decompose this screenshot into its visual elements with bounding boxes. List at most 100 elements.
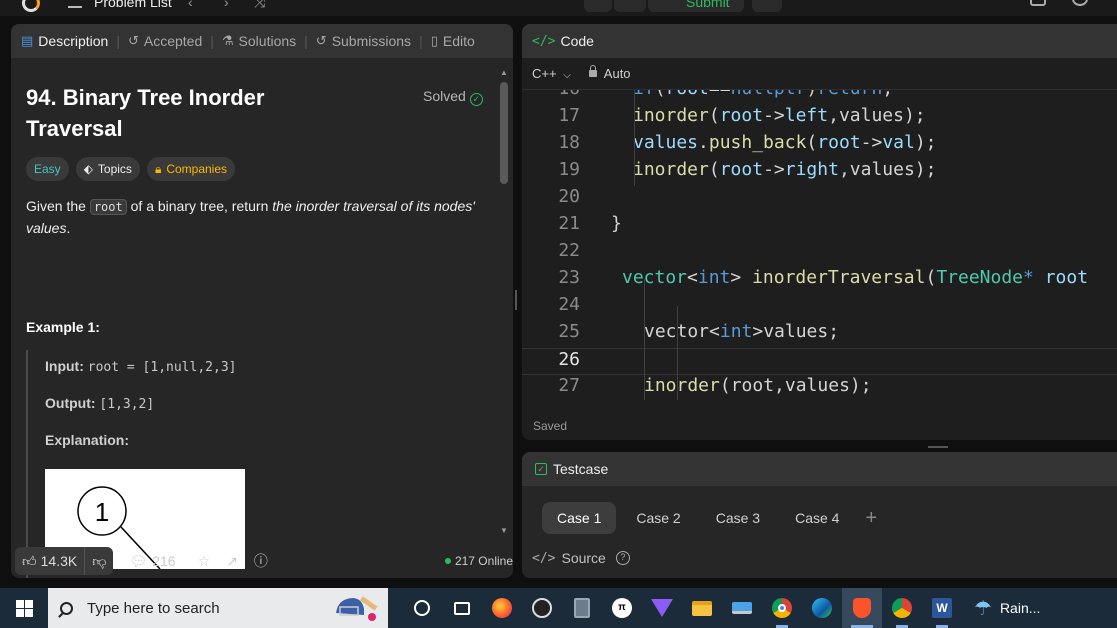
code-line[interactable]: 27 inorder(root,values); [522,375,1117,400]
line-number: 17 [558,105,580,126]
favorite-button[interactable]: ☆ [198,553,211,570]
vertical-resize-handle[interactable] [515,290,517,310]
taskbar-search[interactable] [48,588,388,628]
chrome-icon[interactable] [762,588,802,628]
code-token: nullptr [731,90,807,99]
calculator-icon[interactable] [562,588,602,628]
code-line[interactable]: 16 if(root==nullptr)return; [522,90,1117,105]
code-token: -> [860,132,883,153]
code-line[interactable]: 26 [522,348,1117,375]
start-button[interactable] [0,588,48,628]
search-icon [60,601,73,615]
weather-widget[interactable]: ☂ Rain... [974,596,1040,621]
submit-button[interactable]: Submit [648,0,744,12]
code-token: < [687,267,698,288]
tab-description[interactable]: ▤ Description [17,33,112,49]
notes-button[interactable] [752,0,782,12]
code-text: inorder(root,values); [644,375,872,396]
obs-icon[interactable] [522,588,562,628]
indent-guide [677,306,678,400]
topics-button[interactable]: ⬖ Topics [75,157,140,181]
laptop-app-icon[interactable] [722,588,762,628]
problem-list-icon[interactable] [68,0,82,8]
settings-icon[interactable] [1072,0,1088,6]
problem-list-link[interactable]: Problem List [94,0,172,10]
file-explorer-icon[interactable] [682,588,722,628]
code-token: val [882,132,915,153]
firefox-icon[interactable] [482,588,522,628]
code-line[interactable]: 23 vector<int> inorderTraversal(TreeNode*… [522,267,1117,294]
vpn-icon[interactable] [642,588,682,628]
dislike-button[interactable]: 👎︎ [84,547,113,575]
tab-editorial[interactable]: ▯ Edito [427,33,479,49]
code-line[interactable]: 22 [522,240,1117,267]
code-token: (root,values); [719,375,872,396]
code-token: int [697,267,731,288]
layout-icon[interactable] [1030,0,1046,6]
add-case-button[interactable]: + [865,507,877,530]
code-line[interactable]: 25 vector<int>values; [522,321,1117,348]
pi-app-icon[interactable]: π [602,588,642,628]
description-scrollbar[interactable] [500,82,508,184]
problem-statement: Given the root of a binary tree, return … [26,198,475,236]
shuffle-icon[interactable]: ⤨ [254,0,265,11]
brave-icon[interactable] [842,588,882,628]
run-button[interactable] [614,0,646,12]
example-output: Output: [1,3,2] [45,395,155,412]
tab-submissions[interactable]: ↺ Submissions [312,33,415,49]
code-token: == [709,90,731,99]
like-button[interactable]: 👍︎ 14.3K [15,547,84,575]
code-line[interactable]: 18 values.push_back(root->val); [522,132,1117,159]
code-token: } [611,213,622,234]
search-input[interactable] [87,599,307,617]
tab-case-3[interactable]: Case 3 [701,502,775,534]
leetcode-logo-icon[interactable] [22,0,40,12]
next-problem-icon[interactable]: › [224,0,229,10]
language-select[interactable]: C++ ⌵ [532,66,571,81]
comments-button[interactable]: 💬︎ 216 [129,553,175,570]
code-line[interactable]: 17 inorder(root->left,values); [522,105,1117,132]
auto-mode-toggle[interactable]: Auto [588,65,631,81]
scroll-down-arrow-icon[interactable]: ▼ [500,526,508,535]
scroll-up-arrow-icon[interactable]: ▲ [500,68,508,77]
prev-problem-icon[interactable]: ‹ [188,0,193,10]
help-icon[interactable]: ? [615,551,630,565]
code-line[interactable]: 24 [522,294,1117,321]
tab-solutions[interactable]: ⚗ Solutions [218,33,300,49]
tab-case-4[interactable]: Case 4 [780,502,854,534]
code-header: </> Code [522,24,1117,58]
share-button[interactable]: ↗ [226,553,238,570]
source-toggle[interactable]: </> Source ? [532,550,630,566]
chrome-profile-icon[interactable] [882,588,922,628]
code-text: if(root==nullptr)return; [633,90,893,99]
problem-title[interactable]: 94. Binary Tree Inorder Traversal [26,82,326,144]
tab-accepted[interactable]: ↺ Accepted [124,33,206,49]
code-token: values [633,132,699,153]
code-token: root [666,90,709,99]
code-line[interactable]: 20 [522,186,1117,213]
code-token: root [719,105,764,126]
code-token: . [698,132,709,153]
vote-group: 👍︎ 14.3K 👎︎ [15,547,114,575]
example-title: Example 1: [26,319,100,335]
companies-button[interactable]: 🔒︎ Companies [146,157,236,181]
tag-row: Easy ⬖ Topics 🔒︎ Companies [26,157,496,181]
word-icon[interactable]: W [922,588,962,628]
code-editor[interactable]: 16if(root==nullptr)return;17inorder(root… [522,90,1117,400]
code-token: inorder [633,105,709,126]
debug-button[interactable] [584,0,612,12]
help-button[interactable]: ⓘ [254,551,268,571]
code-line[interactable]: 21} [522,213,1117,240]
online-count: 217 Online [444,554,513,568]
code-token: right [784,159,839,180]
code-line[interactable]: 19 inorder(root->right,values); [522,159,1117,186]
cortana-icon[interactable] [402,588,442,628]
tab-case-1[interactable]: Case 1 [542,502,617,534]
edge-icon[interactable] [802,588,842,628]
tab-case-2[interactable]: Case 2 [621,502,695,534]
line-number: 21 [558,213,580,234]
task-view-icon[interactable] [442,588,482,628]
horizontal-resize-handle[interactable] [928,446,948,448]
code-token: TreeNode [936,267,1024,288]
code-token: inorderTraversal [752,267,926,288]
